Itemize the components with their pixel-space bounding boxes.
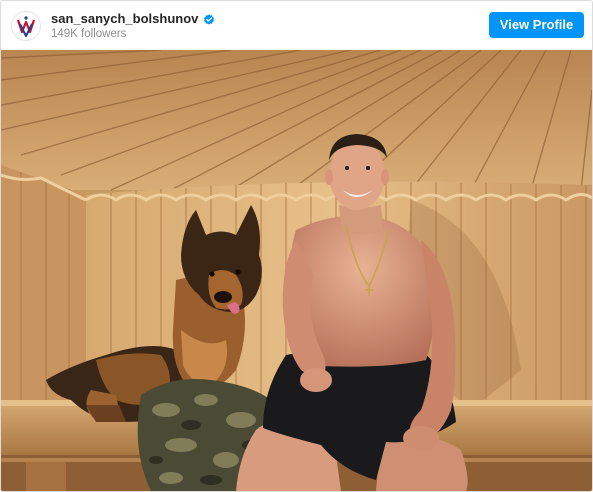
embed-card: san_sanych_bolshunov 149K followers View… [0,0,593,492]
username-row: san_sanych_bolshunov [51,11,215,27]
view-profile-button[interactable]: View Profile [489,12,584,38]
post-photo[interactable] [1,50,592,491]
post-header: san_sanych_bolshunov 149K followers View… [1,1,592,51]
username[interactable]: san_sanych_bolshunov [51,11,198,27]
avatar-logo [13,13,39,39]
avatar[interactable] [11,11,41,41]
followers-count: 149K followers [51,28,127,40]
verified-badge-icon [203,13,215,25]
